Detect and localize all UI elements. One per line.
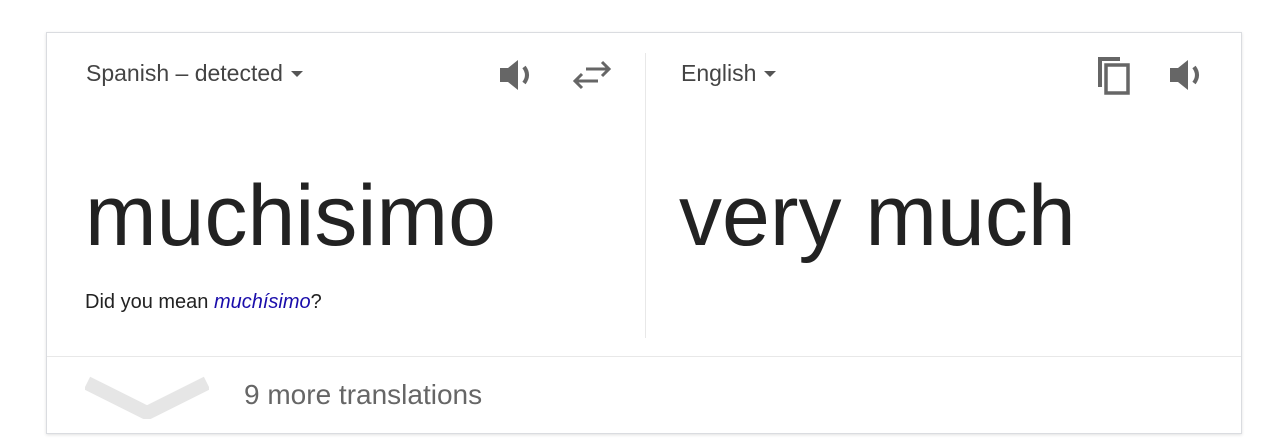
target-language-select[interactable]: English — [681, 60, 777, 87]
target-listen-button[interactable] — [1164, 53, 1208, 97]
target-language-label: English — [681, 60, 757, 86]
more-translations-toggle[interactable]: 9 more translations — [47, 356, 1241, 433]
caret-down-icon — [764, 70, 777, 77]
chevron-down-icon — [85, 376, 209, 419]
translation-card: Spanish – detected muchisimo Did you mea… — [46, 32, 1242, 434]
speaker-icon — [500, 60, 529, 90]
source-pane: Spanish – detected muchisimo Did you mea… — [47, 33, 645, 358]
target-text: very much — [679, 168, 1076, 264]
source-listen-button[interactable] — [494, 53, 538, 97]
source-language-label: Spanish – detected — [86, 60, 283, 86]
suggestion-link[interactable]: muchísimo — [214, 291, 311, 313]
copy-button[interactable] — [1090, 53, 1134, 97]
source-language-select[interactable]: Spanish – detected — [86, 60, 303, 87]
caret-down-icon — [290, 70, 303, 77]
suggestion-suffix: ? — [310, 291, 322, 313]
more-translations-label: 9 more translations — [244, 379, 483, 410]
suggestion-prefix: Did you mean — [85, 291, 214, 313]
swap-icon — [572, 60, 612, 90]
target-pane: English very much — [645, 33, 1241, 358]
speaker-icon — [1170, 60, 1199, 90]
source-text[interactable]: muchisimo — [85, 173, 496, 259]
swap-languages-button[interactable] — [570, 53, 614, 97]
copy-icon — [1098, 57, 1130, 95]
did-you-mean: Did you mean muchísimo? — [85, 291, 322, 314]
